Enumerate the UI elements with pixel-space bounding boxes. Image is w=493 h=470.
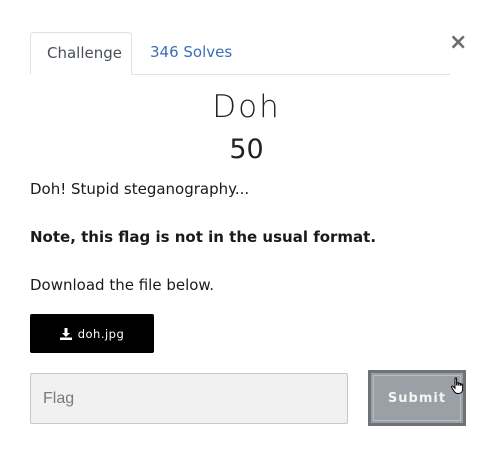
flag-input[interactable]	[30, 373, 348, 424]
description-note: Note, this flag is not in the usual form…	[30, 228, 377, 246]
challenge-value: 50	[229, 134, 264, 165]
challenge-modal: Challenge 346 Solves × Doh 50 Doh! Stupi…	[0, 0, 493, 470]
tab-solves[interactable]: 346 Solves	[134, 32, 248, 73]
close-icon[interactable]: ×	[449, 30, 467, 56]
challenge-name: Doh	[212, 89, 281, 125]
challenge-tabs: Challenge 346 Solves	[30, 32, 450, 75]
tab-challenge[interactable]: Challenge	[30, 32, 132, 75]
download-icon	[59, 327, 72, 340]
description-line: Download the file below.	[30, 276, 215, 294]
download-file-label: doh.jpg	[77, 326, 125, 341]
hand-cursor-icon	[450, 377, 464, 394]
download-file-button[interactable]: doh.jpg	[30, 314, 154, 353]
description-line: Doh! Stupid steganography...	[30, 180, 250, 198]
